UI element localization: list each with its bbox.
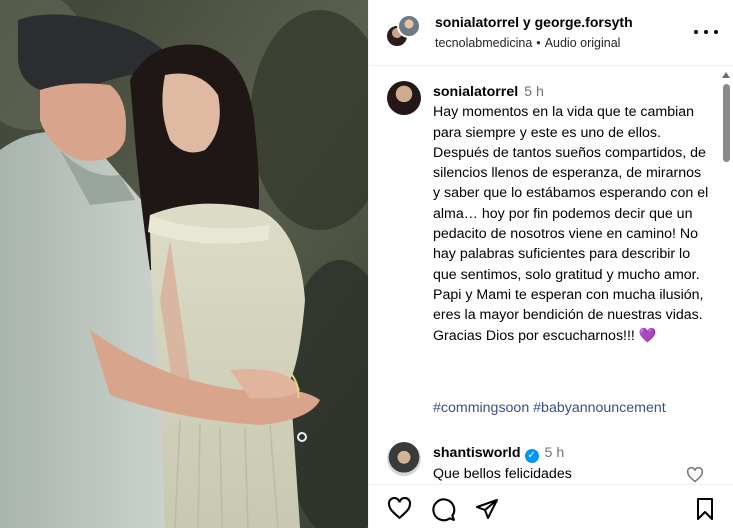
comment-header: shantisworld ✓ 5 h [433,445,564,463]
header-username-1[interactable]: sonialatorrel [435,14,519,30]
comment-username[interactable]: shantisworld [433,445,521,461]
caption-timestamp: 5 h [524,84,544,100]
avatar[interactable] [387,81,421,115]
collab-avatars[interactable] [385,14,421,48]
comments-scroll-area[interactable]: sonialatorrel 5 h Hay momentos en la vida… [369,67,733,484]
more-options-button[interactable] [694,22,718,42]
more-dot [694,30,698,34]
separator-dot: • [536,36,541,50]
scrollbar-thumb[interactable] [723,84,730,162]
header-joiner: y [522,14,531,30]
post-action-bar [369,484,733,528]
audio-link[interactable]: Audio original [545,36,621,50]
share-icon[interactable] [475,497,499,526]
post-photo[interactable] [0,0,368,528]
header-username-2[interactable]: george.forsyth [535,14,633,30]
scroll-up-arrow-icon[interactable] [722,72,730,78]
caption-username[interactable]: sonialatorrel [433,84,518,100]
sub-account-link[interactable]: tecnolabmedicina [435,36,532,50]
comment-timestamp: 5 h [544,445,565,461]
caption: sonialatorrel 5 h Hay momentos en la vida… [433,82,711,346]
hashtag-link[interactable]: #commingsoon [433,400,529,416]
avatar [397,14,421,38]
post-header: sonialatorrel y george.forsyth tecnolabm… [369,0,733,66]
heart-icon[interactable] [387,496,412,525]
header-subtitle: tecnolabmedicina • Audio original [435,36,620,50]
more-dot [704,30,708,34]
post-details-panel: sonialatorrel y george.forsyth tecnolabm… [368,0,733,528]
hashtag-link[interactable]: #babyannouncement [533,400,666,416]
avatar[interactable] [387,442,421,476]
bookmark-icon[interactable] [694,497,716,526]
couple-photo-illustration [0,0,368,528]
comment-icon[interactable] [431,497,456,527]
more-dot [714,30,718,34]
collab-usernames: sonialatorrel y george.forsyth [435,14,633,30]
comment-text: Que bellos felicidades [433,466,572,482]
caption-text: Hay momentos en la vida que te cambian p… [433,104,709,344]
verified-badge-icon: ✓ [524,449,539,463]
hashtag-list: #commingsoon #babyannouncement [433,400,666,416]
comment-like-heart-icon[interactable] [686,466,704,484]
